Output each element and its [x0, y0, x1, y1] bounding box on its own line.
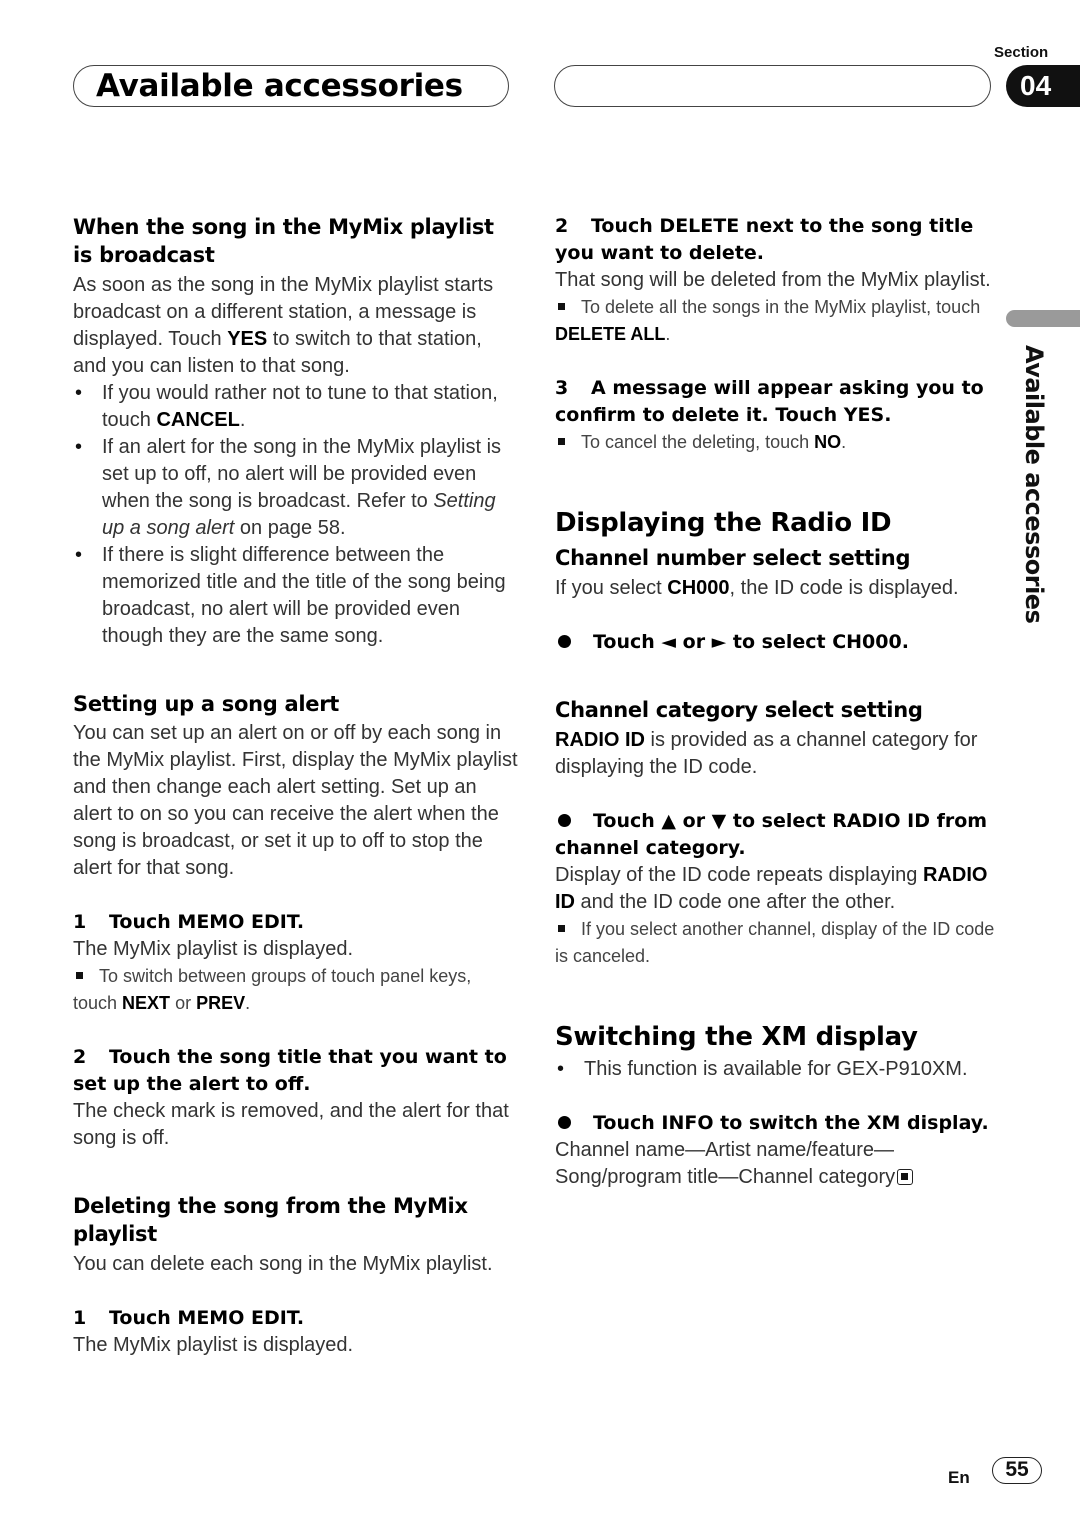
chapter-title: Available accessories: [96, 68, 463, 104]
heading-radio-id: Displaying the Radio ID: [555, 508, 892, 538]
bullet-item: • If an alert for the song in the MyMix p…: [75, 436, 502, 539]
note-item: To switch between groups of touch panel …: [73, 966, 472, 1013]
note-item: To cancel the deleting, touch NO.: [555, 429, 1000, 456]
heading-xm-display: Switching the XM display: [555, 1022, 918, 1052]
bullet-dot-icon: [558, 814, 571, 827]
step-result: Channel name—Artist name/feature—Song/pr…: [555, 1137, 1000, 1191]
heading-song-alert: Setting up a song alert: [73, 692, 340, 716]
note-square-icon: [558, 925, 565, 933]
step-2: 2 Touch the song title that you want to s…: [73, 1046, 507, 1095]
paragraph: You can set up an alert on or off by eac…: [73, 722, 518, 879]
note-square-icon: [76, 972, 83, 980]
note-square-icon: [558, 303, 565, 311]
bullet-step: Touch ◄ or ► to select CH000.: [555, 629, 1000, 656]
paragraph: You can delete each song in the MyMix pl…: [73, 1253, 493, 1275]
step-result: That song will be deleted from the MyMix…: [555, 269, 991, 291]
step-2: 2 Touch DELETE next to the song title you…: [555, 215, 974, 264]
heading-channel-number: Channel number select setting: [555, 546, 911, 570]
section-number: 04: [1006, 65, 1080, 107]
chapter-title-box: Available accessories: [73, 65, 509, 107]
end-of-section-icon: [897, 1169, 914, 1185]
header-empty-box: [554, 65, 991, 107]
left-column: When the song in the MyMix playlist is b…: [73, 213, 518, 1359]
side-section-label: Available accessories: [1020, 345, 1048, 624]
heading-channel-category: Channel category select setting: [555, 698, 923, 722]
bullet-dot-icon: [558, 635, 571, 648]
step-3: 3A message will appear asking you to con…: [555, 377, 984, 426]
note-item: To delete all the songs in the MyMix pla…: [555, 297, 981, 344]
step-result: The MyMix playlist is displayed.: [73, 1334, 354, 1356]
language-label: En: [948, 1468, 970, 1487]
right-column: 2 Touch DELETE next to the song title you…: [555, 213, 1000, 1191]
paragraph: If you select CH000, the ID code is disp…: [555, 577, 959, 599]
bullet-item: • If there is slight difference between t…: [75, 544, 506, 647]
page-number: 55: [992, 1457, 1042, 1484]
bullet-dot-icon: [558, 1116, 571, 1129]
step-result: Display of the ID code repeats displayin…: [555, 864, 988, 913]
bullet-item: • If you would rather not to tune to that…: [75, 382, 498, 431]
note-square-icon: [558, 438, 565, 446]
step-1: 1 Touch MEMO EDIT.: [73, 1307, 305, 1329]
bullet-step: Touch INFO to switch the XM display.: [555, 1110, 1000, 1137]
heading-mymix-broadcast: When the song in the MyMix playlist is b…: [73, 215, 494, 267]
step-result: The MyMix playlist is displayed.: [73, 938, 354, 960]
heading-delete-song: Deleting the song from the MyMix playlis…: [73, 1194, 468, 1246]
bullet-item: • This function is available for GEX-P910…: [557, 1058, 968, 1080]
section-label: Section: [994, 44, 1049, 61]
bullet-step: Touch ▲ or ▼ to select RADIO ID from cha…: [555, 810, 988, 859]
step-result: The check mark is removed, and the alert…: [73, 1100, 509, 1149]
note-item: If you select another channel, display o…: [555, 919, 995, 966]
side-tab-marker: [1006, 310, 1080, 327]
paragraph: As soon as the song in the MyMix playlis…: [73, 274, 494, 377]
step-1: 1 Touch MEMO EDIT.: [73, 911, 305, 933]
paragraph: RADIO ID is provided as a channel catego…: [555, 729, 978, 778]
